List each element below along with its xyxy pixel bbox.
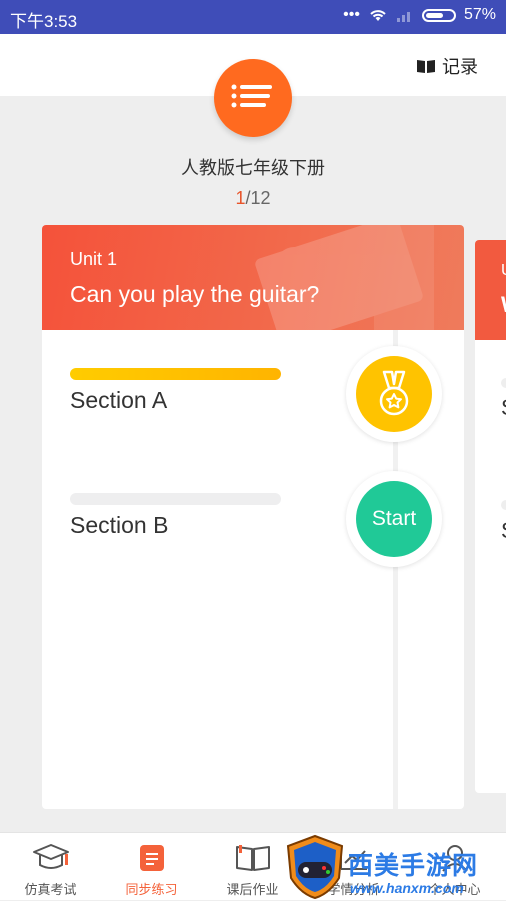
book-icon [235, 845, 270, 871]
book-title[interactable]: 人教版七年级下册 [0, 154, 506, 180]
list-icon [231, 84, 272, 108]
unit-card[interactable]: Unit 1 Can you play the guitar? Section … [42, 225, 464, 809]
section-a-label[interactable]: Section A [70, 387, 167, 414]
document-icon [139, 845, 164, 871]
battery-icon [421, 8, 456, 22]
header-decoration [255, 225, 434, 330]
next-section-a-bar [501, 378, 506, 388]
section-b-start-button[interactable]: Start [356, 481, 432, 557]
tab-exam-label: 仿真考试 [24, 883, 77, 898]
next-section-b-label: S [501, 518, 506, 544]
more-dots-icon: ••• [343, 6, 360, 23]
next-unit-card[interactable]: U W S S [475, 240, 506, 793]
unit-label: Unit 1 [70, 249, 118, 269]
record-label: 记录 [442, 57, 478, 77]
battery-percent: 57% [463, 6, 496, 23]
gamepad-shield-icon [286, 834, 344, 900]
tab-practice-label: 同步练习 [125, 883, 178, 898]
section-a-badge-ring[interactable] [346, 346, 442, 442]
section-a-medal-button[interactable] [356, 356, 432, 432]
unit-card-header: Unit 1 Can you play the guitar? [42, 225, 464, 330]
next-unit-card-header: U W [475, 240, 506, 340]
section-b-progress-bar [70, 493, 281, 505]
page-total: /12 [245, 188, 271, 208]
status-icons: ••• 57% [343, 6, 496, 24]
watermark-url: www.hanxm.com [350, 880, 464, 896]
next-unit-label: U [501, 262, 506, 280]
next-unit-title: W [501, 292, 506, 318]
next-section-b-bar [501, 500, 506, 510]
signal-icon [396, 12, 410, 22]
section-a-progress-bar [70, 368, 281, 380]
section-b-label[interactable]: Section B [70, 512, 168, 539]
medal-icon [379, 370, 409, 416]
page-current: 1 [235, 188, 246, 208]
book-menu-button[interactable] [214, 59, 292, 137]
watermark: 西美手游网 www.hanxm.com [284, 834, 506, 900]
record-button[interactable]: 记录 [416, 53, 478, 79]
tab-exam[interactable]: 仿真考试 [0, 833, 101, 901]
status-bar: 下午3:53 ••• 57% [0, 0, 506, 34]
page-indicator: 1/12 [0, 188, 506, 209]
next-section-a-label: S [501, 395, 506, 421]
watermark-title: 西美手游网 [348, 851, 479, 880]
status-time: 下午3:53 [10, 12, 78, 31]
open-book-icon [417, 60, 435, 73]
tab-practice[interactable]: 同步练习 [101, 833, 202, 901]
unit-title: Can you play the guitar? [70, 281, 320, 307]
section-b-start-ring[interactable]: Start [346, 471, 442, 567]
wifi-icon [370, 10, 386, 21]
graduation-cap-icon [32, 844, 69, 869]
